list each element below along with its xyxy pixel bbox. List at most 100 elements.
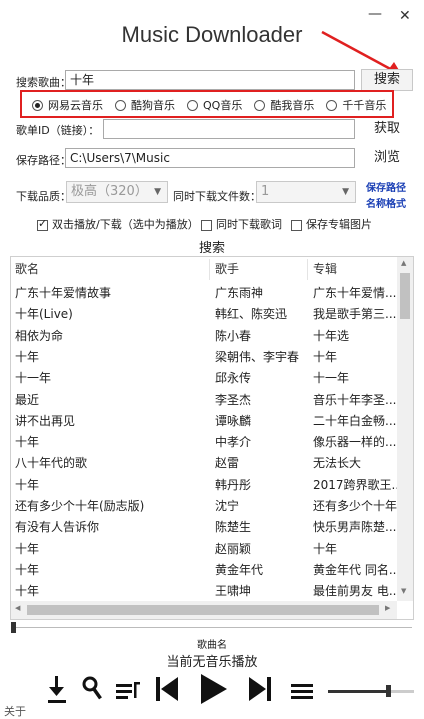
- table-cell: 还有多少个十年(励志版): [15, 499, 145, 513]
- table-cell: 二十年白金畅...: [313, 413, 397, 428]
- search-button[interactable]: 搜索: [361, 69, 413, 91]
- table-cell: 十年: [15, 541, 40, 556]
- table-row[interactable]: 还有多少个十年(励志版) 沈宁 还有多少个十年: [11, 496, 397, 517]
- save-path-link[interactable]: 保存路径: [366, 179, 406, 194]
- column-header: 歌手: [215, 262, 240, 276]
- table-row[interactable]: 相依为命 陈小春 十年选: [11, 326, 397, 347]
- play-icon[interactable]: [197, 672, 229, 706]
- scrollbar-thumb[interactable]: [27, 605, 379, 615]
- concurrent-label: 同时下载文件数：: [173, 190, 261, 203]
- browse-button[interactable]: 浏览: [363, 147, 411, 169]
- option-download-lyrics[interactable]: 同时下载歌词: [201, 216, 282, 232]
- scroll-up-icon[interactable]: ▲: [401, 259, 406, 267]
- chevron-down-icon: ▼: [154, 187, 161, 197]
- table-row[interactable]: 十年 梁朝伟、李宇春 十年: [11, 347, 397, 368]
- source-radio-0[interactable]: 网易云音乐: [32, 97, 103, 113]
- column-divider[interactable]: [307, 259, 308, 280]
- table-cell: 赵雷: [215, 456, 240, 471]
- table-row[interactable]: 八十年代的歌 赵雷 无法长大: [11, 453, 397, 474]
- table-cell: 赵丽颖: [215, 541, 252, 556]
- minimize-button[interactable]: —: [368, 6, 382, 22]
- quality-select[interactable]: 极高（320） ▼: [66, 181, 168, 203]
- table-row[interactable]: 有没有人告诉你 陈楚生 快乐男声陈楚...: [11, 517, 397, 538]
- table-cell: 李圣杰: [215, 392, 252, 407]
- table-cell: 陈小春: [215, 328, 252, 343]
- name-format-link[interactable]: 名称格式: [366, 195, 406, 210]
- scroll-left-icon[interactable]: ◀: [15, 604, 20, 612]
- table-cell: 十年: [15, 477, 40, 492]
- scroll-right-icon[interactable]: ▶: [385, 604, 390, 612]
- table-cell: 最近: [15, 392, 40, 407]
- table-cell: 邱永传: [215, 371, 252, 386]
- checkbox-icon: [291, 219, 302, 231]
- download-icon[interactable]: [44, 672, 70, 706]
- table-row[interactable]: 十年(Live) 韩红、陈奕迅 我是歌手第三...: [11, 304, 397, 325]
- table-cell: 谭咏麟: [215, 413, 252, 428]
- volume-track[interactable]: [328, 690, 414, 693]
- source-label: 酷我音乐: [270, 99, 315, 112]
- option-label: 同时下载歌词: [216, 218, 282, 231]
- progress-track[interactable]: [14, 627, 412, 628]
- source-radio-4[interactable]: 千千音乐: [326, 97, 386, 113]
- table-row[interactable]: 十年 赵丽颖 十年: [11, 539, 397, 560]
- next-icon[interactable]: [246, 672, 274, 706]
- table-cell: 十一年: [313, 371, 350, 386]
- source-radio-1[interactable]: 酷狗音乐: [115, 97, 175, 113]
- song-id-label: 歌单ID（链接）：: [16, 124, 100, 137]
- table-row[interactable]: 讲不出再见 谭咏麟 二十年白金畅...: [11, 411, 397, 432]
- source-label: 千千音乐: [342, 99, 387, 112]
- table-cell: 讲不出再见: [15, 413, 76, 428]
- table-cell: 广东十年爱情...: [313, 286, 397, 300]
- scrollbar-thumb[interactable]: [400, 273, 410, 319]
- table-cell: 陈楚生: [215, 520, 252, 535]
- table-row[interactable]: 十年 王啸坤 最佳前男友 电...: [11, 581, 397, 601]
- results-table: 歌名 歌手 专辑 广东十年爱情故事 广东雨神 广东十年爱情... 十年(Live) 韩红、陈奕…: [10, 256, 414, 620]
- table-cell: 音乐十年李圣...: [313, 392, 397, 407]
- save-path-input[interactable]: C:\Users\7\Music: [65, 148, 355, 168]
- source-radio-2[interactable]: QQ音乐: [187, 97, 242, 113]
- vertical-scrollbar[interactable]: ▲ ▼: [397, 257, 413, 601]
- search-icon[interactable]: [80, 672, 102, 706]
- results-title: 搜索: [198, 241, 225, 256]
- quality-label: 下载品质：: [16, 190, 71, 203]
- table-row[interactable]: 广东十年爱情故事 广东雨神 广东十年爱情...: [11, 283, 397, 304]
- scroll-down-icon[interactable]: ▼: [401, 587, 406, 595]
- previous-icon[interactable]: [153, 672, 181, 706]
- song-id-input[interactable]: [103, 119, 355, 139]
- menu-icon[interactable]: [289, 672, 315, 706]
- playlist-icon[interactable]: [113, 672, 141, 706]
- table-row[interactable]: 最近 李圣杰 音乐十年李圣...: [11, 390, 397, 411]
- option-save-album-art[interactable]: 保存专辑图片: [291, 216, 372, 232]
- about-link[interactable]: 关于: [4, 703, 26, 719]
- column-divider[interactable]: [209, 259, 210, 280]
- concurrent-select[interactable]: 1 ▼: [256, 181, 356, 203]
- chevron-down-icon: ▼: [342, 187, 349, 197]
- volume-fill: [328, 690, 389, 693]
- table-cell: 梁朝伟、李宇春: [215, 349, 300, 364]
- source-label: 网易云音乐: [48, 99, 103, 112]
- table-header: 歌名 歌手 专辑: [11, 259, 397, 280]
- table-cell: 十年选: [313, 328, 350, 343]
- table-row[interactable]: 十一年 邱永传 十一年: [11, 368, 397, 389]
- table-cell: 黄金年代 同名...: [313, 562, 397, 577]
- horizontal-scrollbar[interactable]: ◀ ▶: [11, 601, 397, 619]
- source-radio-3[interactable]: 酷我音乐: [254, 97, 314, 113]
- fetch-button[interactable]: 获取: [365, 118, 409, 140]
- table-row[interactable]: 十年 中孝介 像乐器一样的...: [11, 432, 397, 453]
- progress-handle[interactable]: [11, 622, 16, 633]
- table-row[interactable]: 十年 韩丹彤 2017跨界歌王...: [11, 475, 397, 496]
- table-cell: 十年(Live): [15, 307, 73, 322]
- quality-value: 极高（320）: [71, 184, 148, 199]
- table-row[interactable]: 十年 黄金年代 黄金年代 同名...: [11, 560, 397, 581]
- table-cell: 韩红、陈奕迅: [215, 307, 288, 322]
- table-cell: 有没有人告诉你: [15, 520, 100, 535]
- save-path-label: 保存路径：: [16, 154, 71, 167]
- table-cell: 中孝介: [215, 435, 252, 450]
- table-cell: 相依为命: [15, 328, 64, 343]
- search-input[interactable]: 十年: [65, 70, 355, 90]
- checkbox-icon: [201, 219, 212, 231]
- option-double-click-play[interactable]: 双击播放/下载（选中为播放）: [37, 216, 199, 232]
- volume-handle[interactable]: [386, 685, 392, 697]
- table-cell: 无法长大: [313, 456, 362, 471]
- table-cell: 十年: [15, 584, 40, 599]
